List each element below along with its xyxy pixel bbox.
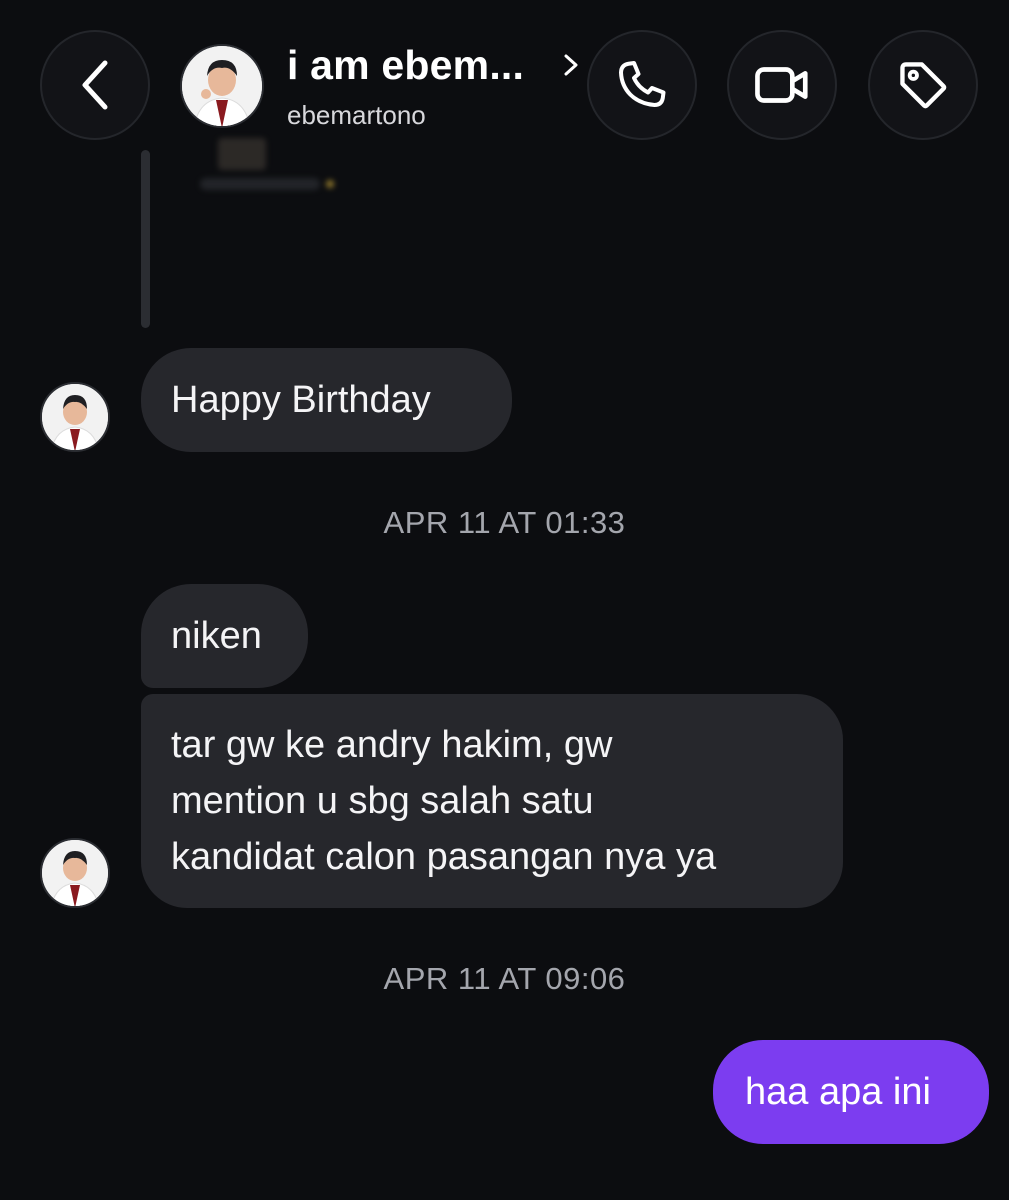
contact-username: ebemartono xyxy=(287,100,426,130)
label-tag-button[interactable] xyxy=(868,30,978,140)
incoming-message-bubble[interactable]: tar gw ke andry hakim, gw mention u sbg … xyxy=(141,694,843,908)
incoming-message-bubble[interactable]: niken xyxy=(141,584,308,688)
video-icon xyxy=(755,67,808,103)
chevron-left-icon xyxy=(82,60,108,110)
message-line: kandidat calon pasangan nya ya xyxy=(171,836,717,878)
audio-call-button[interactable] xyxy=(587,30,697,140)
message-timestamp: APR 11 AT 01:33 xyxy=(383,505,626,540)
phone-icon xyxy=(619,61,666,107)
contact-name[interactable]: i am ebem... xyxy=(287,42,524,89)
incoming-message-bubble[interactable]: Happy Birthday xyxy=(141,348,512,452)
contact-avatar[interactable] xyxy=(180,44,264,128)
sender-avatar[interactable] xyxy=(40,382,110,452)
sender-avatar[interactable] xyxy=(40,838,110,908)
tag-icon xyxy=(900,62,947,109)
video-call-button[interactable] xyxy=(727,30,837,140)
reply-thread-line xyxy=(141,150,150,328)
message-line: mention u sbg salah satu xyxy=(171,780,594,822)
message-line: tar gw ke andry hakim, gw xyxy=(171,724,613,766)
chat-header: i am ebem... ebemartono xyxy=(0,0,1009,170)
message-timestamp: APR 11 AT 09:06 xyxy=(383,961,626,996)
chevron-right-icon[interactable] xyxy=(560,52,582,78)
dm-thread-screen: i am ebem... ebemartono Happy Birthday A… xyxy=(0,0,1009,1200)
outgoing-message-bubble[interactable]: haa apa ini xyxy=(713,1040,989,1144)
back-button[interactable] xyxy=(40,30,150,140)
